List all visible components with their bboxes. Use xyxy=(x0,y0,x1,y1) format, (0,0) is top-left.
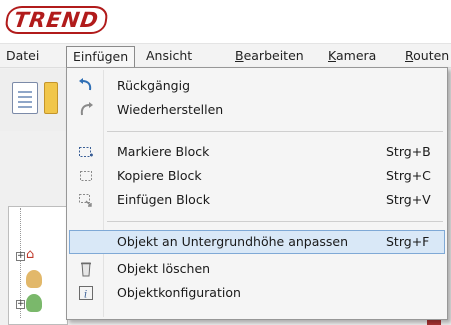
menu-routen-mnemonic: R xyxy=(405,48,414,63)
person-icon xyxy=(26,270,42,288)
undo-icon xyxy=(78,78,94,94)
menu-einfuegen[interactable]: Einfügen xyxy=(66,46,136,68)
menu-item-shortcut: Strg+V xyxy=(386,192,431,207)
new-document-icon[interactable] xyxy=(12,82,38,114)
menu-separator xyxy=(107,131,443,132)
menu-item-shortcut: Strg+B xyxy=(386,144,431,159)
menu-item-label: Markiere Block xyxy=(117,144,210,159)
menu-separator xyxy=(107,221,443,222)
menu-item-objekt-an-untergrundhoehe[interactable]: Objekt an Untergrundhöhe anpassen Strg+F xyxy=(69,230,445,254)
trend-logo: TREND xyxy=(4,6,109,34)
menu-item-rueckgaengig[interactable]: Rückgängig xyxy=(69,74,445,98)
tree-expand-icon[interactable]: + xyxy=(16,252,25,261)
menu-kamera[interactable]: Kamera xyxy=(322,46,382,66)
delete-object-icon xyxy=(78,261,94,277)
menu-item-shortcut: Strg+C xyxy=(386,168,431,183)
menu-item-label: Objekt löschen xyxy=(117,261,211,276)
menu-routen-rest: outen xyxy=(413,48,450,63)
menu-item-markiere-block[interactable]: Markiere Block Strg+B xyxy=(69,140,445,164)
mark-block-icon xyxy=(78,144,94,160)
app-header: TREND xyxy=(0,0,451,44)
paste-block-icon xyxy=(78,192,94,208)
menu-item-label: Einfügen Block xyxy=(117,192,210,207)
einfuegen-dropdown-menu: Rückgängig Wiederherstellen Markiere Blo… xyxy=(66,67,448,320)
tree-expand-icon[interactable]: + xyxy=(16,300,25,309)
menu-bearbeiten-rest: earbeiten xyxy=(243,48,304,63)
menu-item-label: Kopiere Block xyxy=(117,168,202,183)
folder-icon[interactable] xyxy=(44,82,58,114)
menu-routen[interactable]: Routen xyxy=(399,46,451,66)
object-config-icon: i xyxy=(78,285,94,301)
person-icon xyxy=(26,294,42,312)
menu-item-label: Objektkonfiguration xyxy=(117,285,241,300)
menu-kamera-mnemonic: K xyxy=(328,48,336,63)
menu-item-objekt-loeschen[interactable]: Objekt löschen xyxy=(69,257,445,281)
redo-icon xyxy=(78,102,94,118)
menu-item-einfuegen-block[interactable]: Einfügen Block Strg+V xyxy=(69,188,445,212)
menu-item-label: Objekt an Untergrundhöhe anpassen xyxy=(117,234,349,249)
copy-block-icon xyxy=(78,168,94,184)
menu-kamera-rest: amera xyxy=(335,48,377,63)
menu-bearbeiten[interactable]: Bearbeiten xyxy=(229,46,310,66)
house-icon: ⌂ xyxy=(26,247,35,262)
menu-item-kopiere-block[interactable]: Kopiere Block Strg+C xyxy=(69,164,445,188)
menu-bearbeiten-mnemonic: B xyxy=(235,48,244,63)
menu-item-shortcut: Strg+F xyxy=(386,234,430,249)
menu-datei[interactable]: Datei xyxy=(0,46,45,66)
menu-bar: Datei Einfügen Ansicht Bearbeiten Kamera… xyxy=(0,44,451,68)
menu-item-wiederherstellen[interactable]: Wiederherstellen xyxy=(69,98,445,122)
menu-item-label: Rückgängig xyxy=(117,78,191,93)
svg-text:i: i xyxy=(84,290,87,301)
menu-item-label: Wiederherstellen xyxy=(117,102,224,117)
menu-item-objektkonfiguration[interactable]: i Objektkonfiguration xyxy=(69,281,445,305)
menu-ansicht[interactable]: Ansicht xyxy=(140,46,198,66)
